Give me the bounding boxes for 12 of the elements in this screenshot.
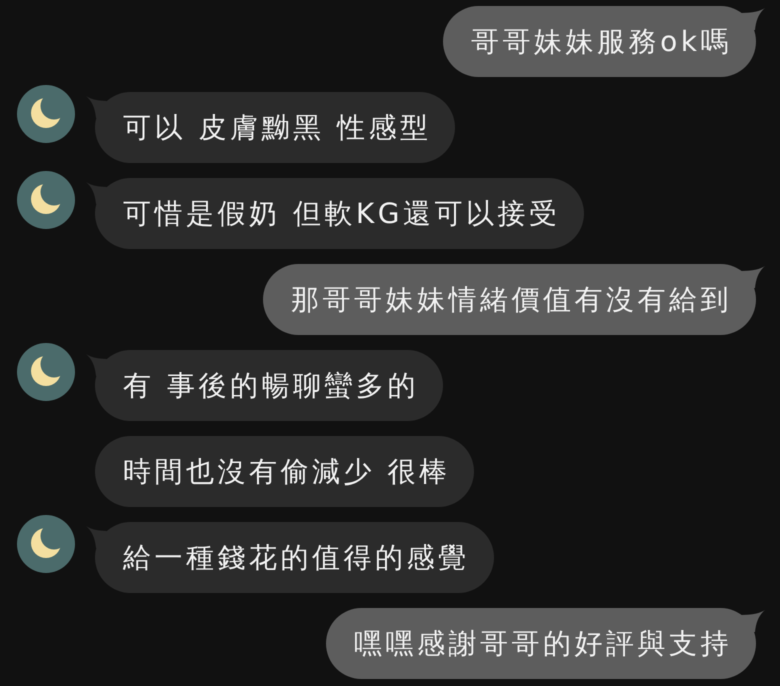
moon-avatar-icon xyxy=(17,343,75,401)
chat-message: 可以 皮膚黝黑 性感型 xyxy=(95,92,456,163)
chat-message: 嘿嘿感謝哥哥的好評與支持 xyxy=(326,608,756,679)
chat-message: 那哥哥妹妹情緒價值有沒有給到 xyxy=(263,264,756,335)
moon-avatar-icon xyxy=(17,515,75,573)
chat-message: 哥哥妹妹服務ok嗎 xyxy=(443,6,756,77)
chat-message: 時間也沒有偷減少 很棒 xyxy=(95,436,474,507)
moon-avatar-icon xyxy=(17,171,75,229)
chat-message: 可惜是假奶 但軟KG還可以接受 xyxy=(95,178,584,249)
moon-avatar-icon xyxy=(17,85,75,143)
chat-message: 給一種錢花的值得的感覺 xyxy=(95,522,494,593)
chat-message: 有 事後的暢聊蠻多的 xyxy=(95,350,443,421)
